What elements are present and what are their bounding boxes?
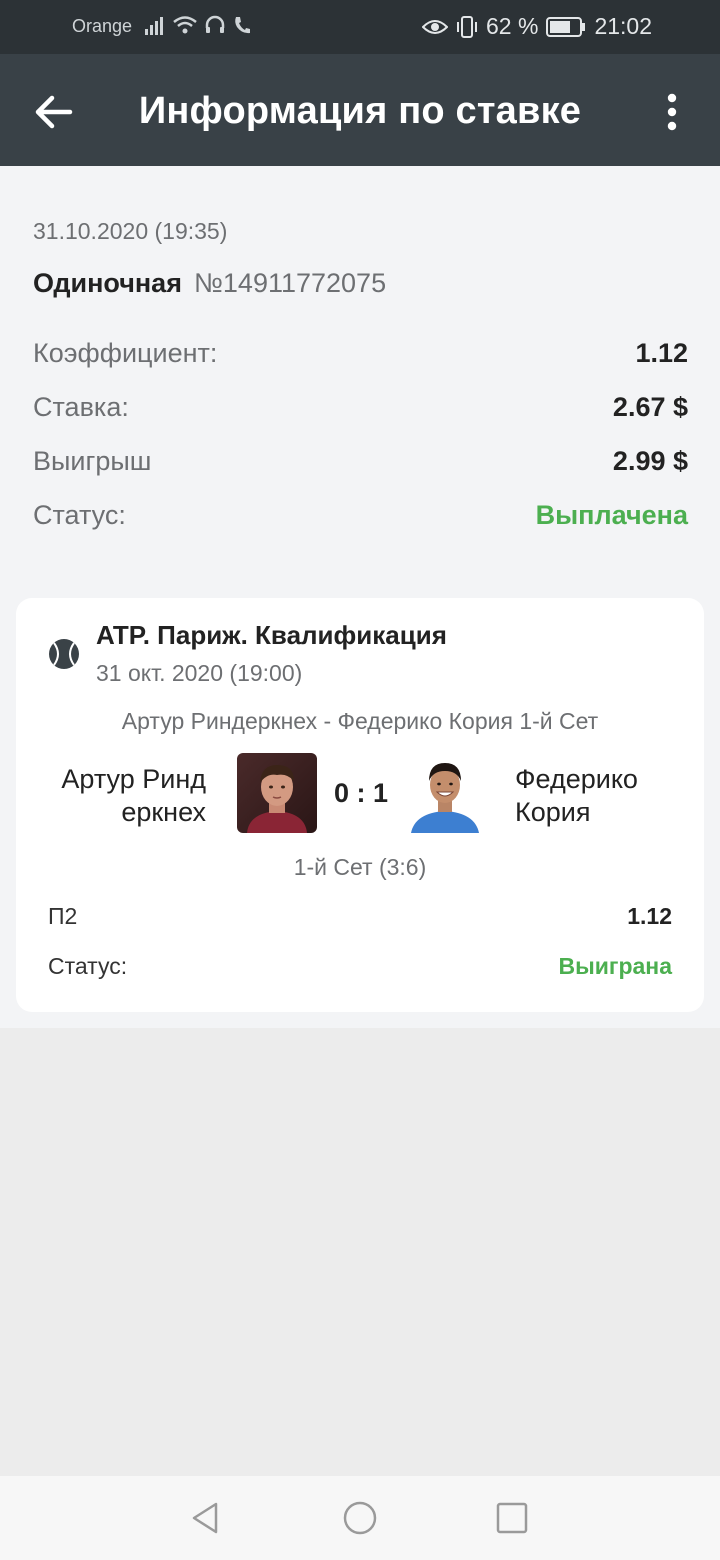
- nav-recents-icon[interactable]: [492, 1498, 532, 1538]
- vibrate-icon: [457, 15, 477, 38]
- status-bar: Orange 62 % 21:02: [0, 0, 720, 54]
- team2-avatar: [405, 753, 485, 833]
- carrier-name: Orange: [72, 16, 133, 36]
- coefficient-row: Коэффициент: 1.12: [33, 338, 688, 369]
- bet-type-line: Одиночная №14911772075: [33, 268, 386, 299]
- winnings-row: Выигрыш 2.99 $: [33, 446, 688, 477]
- nav-back-icon[interactable]: [186, 1498, 226, 1538]
- headset-icon: [205, 15, 225, 33]
- team1-avatar: [237, 753, 317, 833]
- set-info: 1-й Сет (3:6): [293, 854, 427, 880]
- bet-number: №14911772075: [193, 268, 387, 298]
- league-name: ATP. Париж. Квалификация: [96, 620, 447, 650]
- battery-icon: [546, 16, 586, 37]
- team1-name: Артур Ринд еркнех: [46, 763, 206, 829]
- team2-name: Федерико Кория: [515, 763, 685, 829]
- bet-status-row: Статус: Выплачена: [33, 500, 688, 531]
- wifi-icon: [173, 16, 197, 34]
- team1-name-line2: еркнех: [121, 797, 206, 827]
- status-icons-right: 62 % 21:02: [422, 13, 652, 40]
- event-status-value: Выиграна: [558, 953, 673, 979]
- event-date: 31 окт. 2020 (19:00): [96, 660, 303, 686]
- bet-status-value: Выплачена: [535, 500, 688, 530]
- winnings-value: 2.99 $: [612, 446, 688, 476]
- coefficient-label: Коэффициент:: [33, 338, 218, 368]
- match-score: 0 : 1: [333, 778, 389, 808]
- tennis-ball-icon: [49, 639, 79, 669]
- team1-name-line1: Артур Ринд: [61, 764, 206, 794]
- event-status-label: Статус:: [48, 953, 128, 979]
- event-card[interactable]: ATP. Париж. Квалификация 31 окт. 2020 (1…: [16, 598, 704, 1012]
- event-status-row: Статус: Выиграна: [48, 953, 672, 980]
- player-photo-icon: [405, 753, 485, 833]
- team2-name-line1: Федерико: [515, 764, 638, 794]
- phone-icon: [235, 17, 250, 34]
- team2-name-line2: Кория: [515, 797, 591, 827]
- outcome-value: 1.12: [627, 903, 672, 929]
- more-menu-button[interactable]: [652, 88, 692, 136]
- bet-type: Одиночная: [33, 268, 182, 298]
- player-photo-icon: [237, 753, 317, 833]
- more-vertical-icon: [667, 93, 677, 131]
- page-title: Информация по ставке: [138, 90, 582, 132]
- status-icons-left: [144, 14, 252, 36]
- app-bar: Информация по ставке: [0, 54, 720, 166]
- stake-row: Ставка: 2.67 $: [33, 392, 688, 423]
- outcome-label: П2: [48, 903, 78, 929]
- system-nav-bar: [0, 1476, 720, 1560]
- match-title: Артур Риндеркнех - Федерико Кория 1-й Се…: [121, 708, 599, 734]
- stake-value: 2.67 $: [612, 392, 688, 422]
- bet-status-label: Статус:: [33, 500, 126, 530]
- coefficient-value: 1.12: [635, 338, 688, 368]
- bet-date: 31.10.2020 (19:35): [33, 218, 228, 244]
- nav-home-icon[interactable]: [340, 1498, 380, 1538]
- outcome-row: П2 1.12: [48, 903, 672, 930]
- winnings-label: Выигрыш: [33, 446, 152, 476]
- stake-label: Ставка:: [33, 392, 129, 422]
- clock: 21:02: [594, 13, 652, 39]
- battery-percent: 62 %: [486, 13, 539, 39]
- eye-icon: [422, 19, 448, 34]
- signal-icon: [145, 17, 163, 35]
